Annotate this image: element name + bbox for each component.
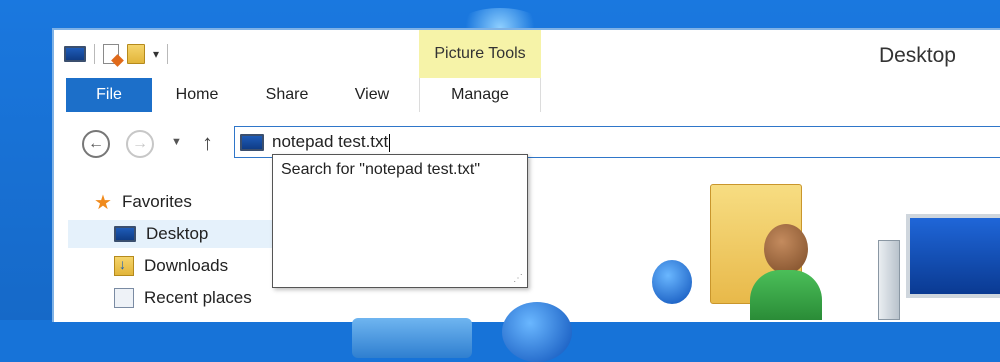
user-avatar-body [750, 270, 822, 320]
recent-locations-chevron-down-icon[interactable]: ▼ [171, 136, 182, 148]
back-button[interactable]: ← [82, 130, 110, 158]
tab-manage[interactable]: Manage [419, 78, 541, 112]
window-title: Desktop [878, 44, 956, 67]
properties-icon[interactable] [103, 44, 119, 64]
quick-access-toolbar: ▾ [64, 44, 169, 64]
toolbar-separator [167, 44, 169, 64]
sidebar-item-label: Favorites [121, 192, 192, 211]
file-item-icon[interactable] [352, 318, 472, 358]
tab-share[interactable]: Share [244, 78, 330, 112]
sidebar-item-label: Downloads [144, 256, 229, 275]
computer-icon[interactable] [878, 240, 900, 320]
tab-home[interactable]: Home [154, 78, 240, 112]
navigation-pane: ★ Favorites Desktop Downloads Recent pla… [54, 174, 308, 322]
ribbon-tabs: File Home Share View Manage [54, 78, 1000, 113]
address-input[interactable]: notepad test.txt [272, 132, 391, 152]
sidebar-item-favorites[interactable]: ★ Favorites [94, 188, 192, 216]
address-input-text: notepad test.txt [272, 132, 389, 151]
text-cursor [389, 133, 391, 152]
user-avatar-icon [764, 224, 808, 274]
downloads-folder-icon [114, 256, 134, 276]
globe-icon[interactable] [502, 302, 572, 362]
address-autocomplete-dropdown: Search for "notepad test.txt" ⋰ [272, 154, 528, 288]
tab-file[interactable]: File [66, 78, 152, 112]
sidebar-item-label: Recent places [144, 288, 252, 307]
sidebar-item-label: Desktop [146, 224, 209, 243]
sidebar-item-recent-places[interactable]: Recent places [114, 284, 252, 312]
globe-icon[interactable] [652, 260, 692, 304]
picture-tools-label: Picture Tools [419, 30, 541, 78]
star-icon: ★ [94, 191, 112, 214]
tab-view[interactable]: View [329, 78, 415, 112]
monitor-icon [114, 226, 136, 242]
customize-toolbar-icon[interactable]: ▾ [153, 47, 159, 61]
toolbar-separator [94, 44, 95, 64]
monitor-icon [240, 133, 264, 151]
new-folder-icon[interactable] [127, 44, 145, 64]
sidebar-item-downloads[interactable]: Downloads [114, 252, 228, 280]
title-bar: ▾ Picture Tools Desktop [54, 30, 1000, 78]
up-arrow-icon[interactable]: ↑ [202, 130, 213, 156]
window-icon[interactable] [64, 46, 86, 62]
file-explorer-window: ▾ Picture Tools Desktop File Home Share … [52, 28, 1000, 362]
search-suggestion[interactable]: Search for "notepad test.txt" [281, 161, 480, 179]
computer-screen-icon[interactable] [906, 214, 1000, 298]
resize-grip-icon[interactable]: ⋰ [513, 274, 523, 284]
recent-places-icon [114, 288, 134, 308]
forward-button[interactable]: → [126, 130, 154, 158]
